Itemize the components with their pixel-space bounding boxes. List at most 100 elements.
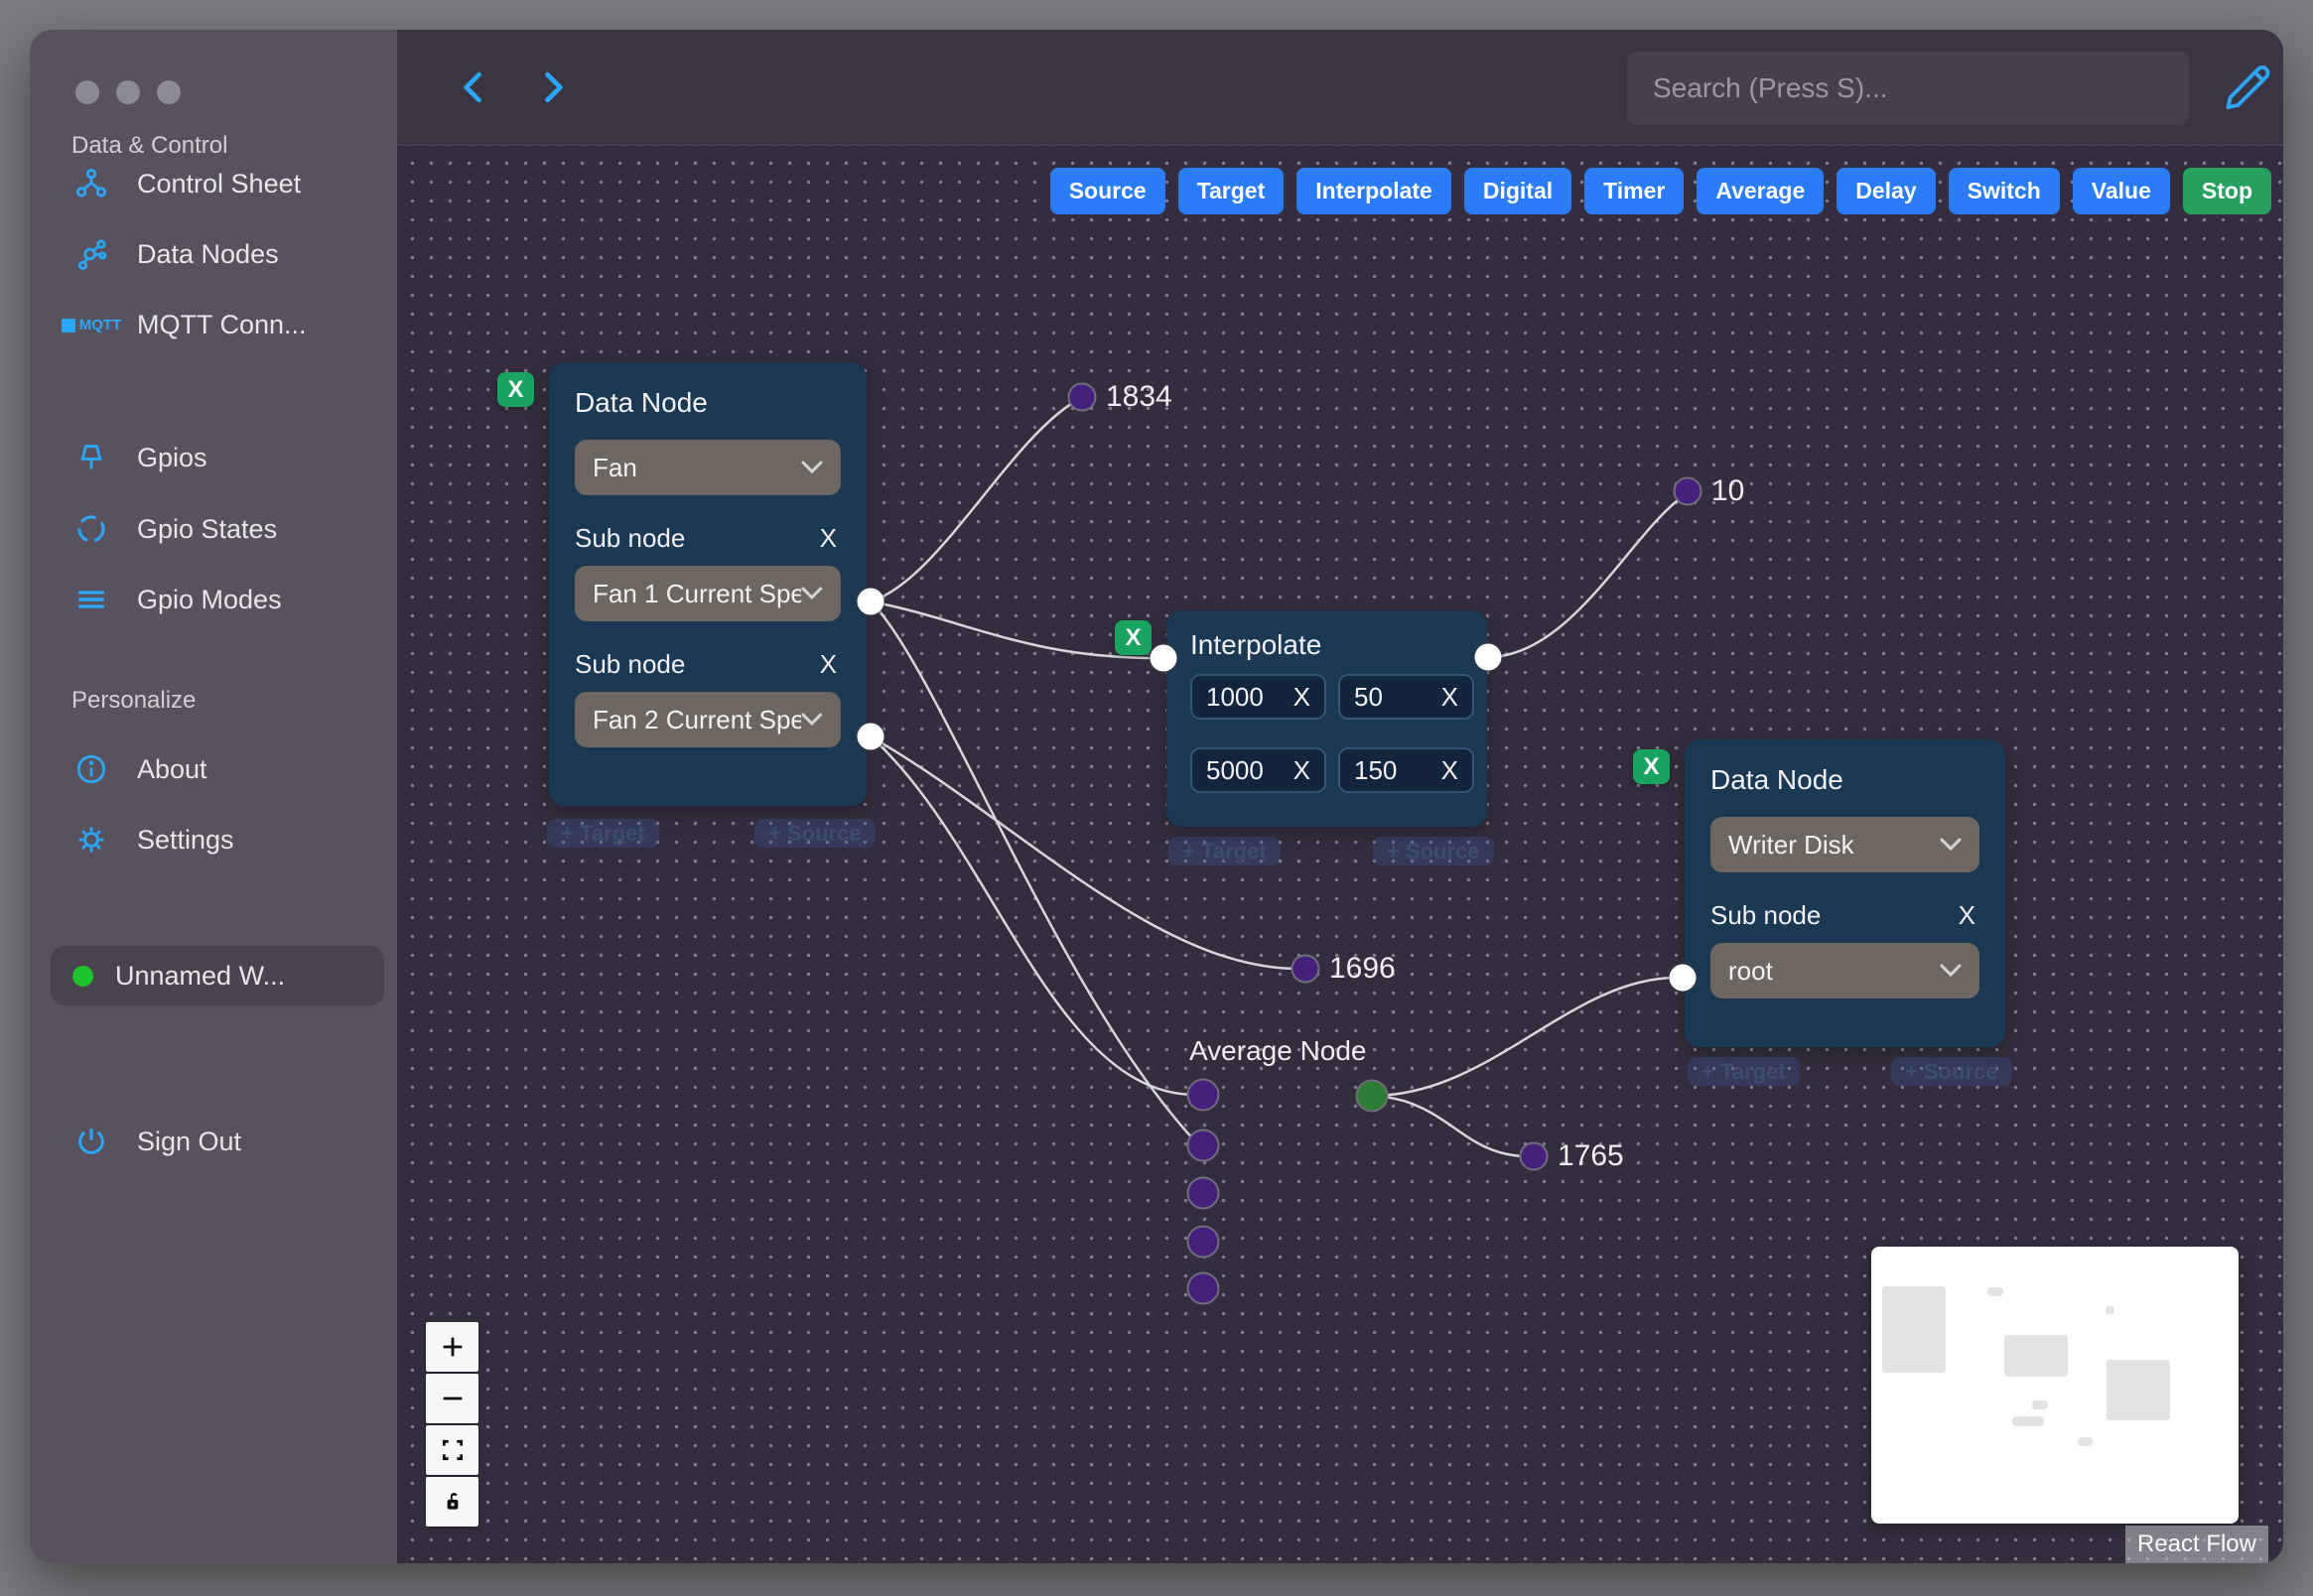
clear-value-button[interactable]: X xyxy=(1293,755,1310,786)
search-input[interactable] xyxy=(1627,52,2189,125)
minimize-window-button[interactable] xyxy=(116,80,140,104)
palette-interpolate-button[interactable]: Interpolate xyxy=(1296,168,1451,214)
palette-delay-button[interactable]: Delay xyxy=(1837,168,1936,214)
sidebar-item-mqtt[interactable]: MQTT MQTT Conn... xyxy=(61,310,307,340)
close-window-button[interactable] xyxy=(75,80,99,104)
app-window: Data & Control Control Sheet Data Nodes xyxy=(30,30,2283,1563)
react-flow-attribution[interactable]: React Flow xyxy=(2124,1526,2268,1563)
palette-switch-button[interactable]: Switch xyxy=(1948,168,2060,214)
add-target-button[interactable]: + Target xyxy=(1168,837,1281,865)
node-type-select[interactable]: Writer Disk xyxy=(1710,817,1979,872)
source-handle[interactable] xyxy=(1474,643,1502,671)
zoom-out-button[interactable] xyxy=(426,1374,478,1423)
value-text: 150 xyxy=(1354,754,1398,785)
sidebar-item-about[interactable]: About xyxy=(71,752,207,786)
edge-value-label: 10 xyxy=(1711,474,1745,507)
value-text: 5000 xyxy=(1206,754,1264,785)
clear-value-button[interactable]: X xyxy=(1441,682,1458,713)
interpolate-value-box[interactable]: 150 X xyxy=(1338,747,1474,793)
target-handle[interactable] xyxy=(1669,964,1697,992)
sidebar-item-data-nodes[interactable]: Data Nodes xyxy=(71,237,279,271)
node-title: Data Node xyxy=(575,387,708,418)
chevron-down-icon xyxy=(801,587,823,600)
palette-source-button[interactable]: Source xyxy=(1049,168,1165,214)
sidebar-item-sign-out[interactable]: Sign Out xyxy=(71,1125,241,1158)
sidebar: Data & Control Control Sheet Data Nodes xyxy=(30,30,397,1563)
add-source-button[interactable]: + Source xyxy=(1891,1057,2012,1086)
edge-value-dot[interactable] xyxy=(1291,954,1320,984)
average-input-port[interactable] xyxy=(1186,1129,1220,1162)
sidebar-item-control-sheet[interactable]: Control Sheet xyxy=(71,167,301,200)
lock-toggle-button[interactable] xyxy=(426,1477,478,1527)
average-input-port[interactable] xyxy=(1186,1176,1220,1210)
sidebar-item-label: MQTT Conn... xyxy=(137,310,307,339)
palette-digital-button[interactable]: Digital xyxy=(1463,168,1572,214)
fit-view-button[interactable] xyxy=(426,1425,478,1475)
sidebar-section-personalize: Personalize xyxy=(71,687,197,714)
node-palette: Source Target Interpolate Digital Timer … xyxy=(1049,168,2271,214)
average-input-port[interactable] xyxy=(1186,1225,1220,1259)
sub-node-select[interactable]: root xyxy=(1710,943,1979,998)
sub-node-select[interactable]: Fan 2 Current Spe xyxy=(575,692,841,747)
remove-node-button[interactable]: X xyxy=(497,372,534,407)
average-input-port[interactable] xyxy=(1186,1271,1220,1305)
back-button[interactable] xyxy=(452,66,495,109)
workspace-label: Unnamed W... xyxy=(115,960,286,991)
data-node-fan[interactable]: X Data Node Fan Sub node X Fan 1 Current… xyxy=(497,362,867,806)
clear-sub-node-button[interactable]: X xyxy=(1959,900,1979,931)
average-input-port[interactable] xyxy=(1186,1078,1220,1112)
chevron-down-icon xyxy=(801,713,823,727)
average-output-port[interactable] xyxy=(1355,1079,1389,1113)
sidebar-item-gpio-states[interactable]: Gpio States xyxy=(71,512,277,546)
add-target-button[interactable]: + Target xyxy=(547,819,659,848)
clear-value-button[interactable]: X xyxy=(1441,755,1458,786)
remove-node-button[interactable]: X xyxy=(1633,749,1670,784)
value-text: 1000 xyxy=(1206,681,1264,712)
add-source-button[interactable]: + Source xyxy=(754,819,876,848)
edge-value-dot[interactable] xyxy=(1067,382,1097,412)
sidebar-item-workspace[interactable]: Unnamed W... xyxy=(51,946,384,1005)
topbar xyxy=(397,30,2283,146)
sub-node-select[interactable]: Fan 1 Current Spe xyxy=(575,566,841,621)
source-handle[interactable] xyxy=(857,723,884,750)
remove-node-button[interactable]: X xyxy=(1115,620,1152,655)
minimap-node xyxy=(2004,1335,2068,1377)
palette-value-button[interactable]: Value xyxy=(2072,168,2170,214)
flow-canvas[interactable]: Source Target Interpolate Digital Timer … xyxy=(397,146,2283,1563)
data-node-writer[interactable]: X Data Node Writer Disk Sub node X root xyxy=(1633,739,2005,1047)
palette-timer-button[interactable]: Timer xyxy=(1584,168,1685,214)
palette-stop-button[interactable]: Stop xyxy=(2182,168,2271,214)
sidebar-item-label: Sign Out xyxy=(137,1126,242,1156)
clear-value-button[interactable]: X xyxy=(1293,682,1310,713)
sidebar-item-label: Data Nodes xyxy=(137,238,279,269)
zoom-window-button[interactable] xyxy=(157,80,181,104)
minimap[interactable] xyxy=(1871,1247,2239,1524)
zoom-in-button[interactable] xyxy=(426,1322,478,1372)
interpolate-value-box[interactable]: 1000 X xyxy=(1190,674,1326,720)
node-type-select[interactable]: Fan xyxy=(575,440,841,495)
edge-value-dot[interactable] xyxy=(1519,1141,1549,1171)
edge-value-dot[interactable] xyxy=(1673,476,1702,506)
chevron-down-icon xyxy=(1940,964,1962,978)
main-area: Source Target Interpolate Digital Timer … xyxy=(397,30,2283,1563)
palette-target-button[interactable]: Target xyxy=(1177,168,1285,214)
source-handle[interactable] xyxy=(857,588,884,615)
pin-icon xyxy=(71,441,111,474)
minimap-node xyxy=(2012,1416,2044,1426)
clear-sub-node-button[interactable]: X xyxy=(820,523,841,554)
sub-node-label: Sub node xyxy=(575,523,686,553)
sidebar-item-label: Gpio Modes xyxy=(137,584,282,614)
palette-average-button[interactable]: Average xyxy=(1697,168,1825,214)
sidebar-item-settings[interactable]: Settings xyxy=(71,823,234,857)
interpolate-value-box[interactable]: 5000 X xyxy=(1190,747,1326,793)
forward-button[interactable] xyxy=(531,66,575,109)
sidebar-item-gpios[interactable]: Gpios xyxy=(71,441,207,474)
interpolate-node[interactable]: X Interpolate 1000 X 50 X 5000 X 150 X xyxy=(1115,610,1487,827)
target-handle[interactable] xyxy=(1150,644,1177,672)
clear-sub-node-button[interactable]: X xyxy=(820,649,841,680)
interpolate-value-box[interactable]: 50 X xyxy=(1338,674,1474,720)
sidebar-item-gpio-modes[interactable]: Gpio Modes xyxy=(71,583,282,616)
add-source-button[interactable]: + Source xyxy=(1373,837,1494,865)
add-target-button[interactable]: + Target xyxy=(1688,1057,1800,1086)
edit-pencil-icon[interactable] xyxy=(2222,62,2273,113)
